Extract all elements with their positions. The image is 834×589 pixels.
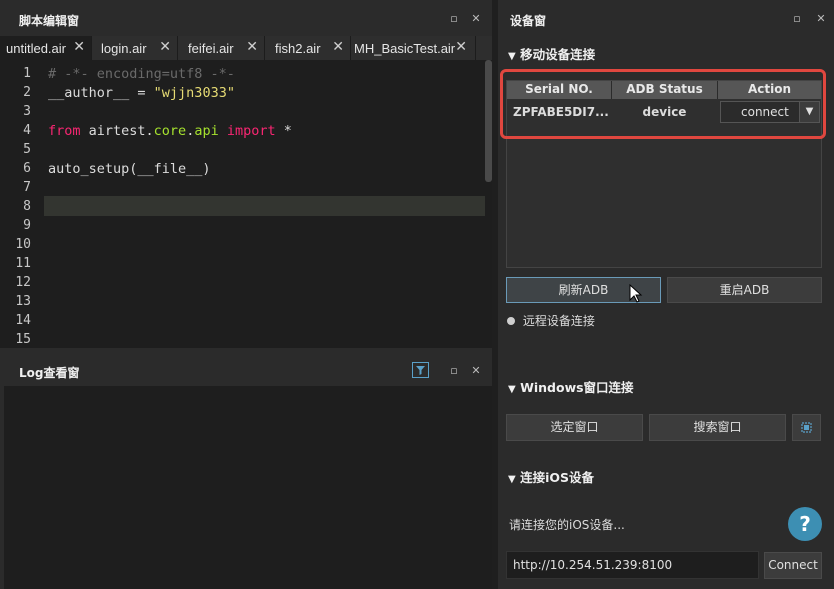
tab-label: login.air xyxy=(101,41,147,56)
close-icon[interactable]: ✕ xyxy=(469,12,483,26)
editor-panel-title: 脚本编辑窗 xyxy=(19,14,80,28)
section-label: 连接iOS设备 xyxy=(520,470,594,485)
tab-close-icon[interactable]: ✕ xyxy=(159,39,171,55)
ios-section-header[interactable]: ▼ 连接iOS设备 xyxy=(508,467,594,486)
code-line-3: from airtest.core.api import * xyxy=(48,123,292,139)
close-icon[interactable]: ✕ xyxy=(814,12,828,26)
line-number: 4 xyxy=(23,123,31,138)
code-token: __author__ = xyxy=(48,85,154,101)
tab-login[interactable]: login.air ✕ xyxy=(92,36,178,60)
line-number: 6 xyxy=(23,161,31,176)
filter-icon[interactable] xyxy=(412,362,429,378)
tab-mh-basictest[interactable]: MH_BasicTest.air ✕ xyxy=(351,36,476,60)
line-number: 10 xyxy=(15,237,31,252)
code-token: core xyxy=(153,123,187,139)
tab-close-icon[interactable]: ✕ xyxy=(246,39,258,55)
connect-button[interactable]: Connect xyxy=(764,552,822,579)
float-icon[interactable]: ▫ xyxy=(447,12,461,26)
tab-feifei[interactable]: feifei.air ✕ xyxy=(178,36,265,60)
line-number: 15 xyxy=(15,332,31,347)
tab-close-icon[interactable]: ✕ xyxy=(455,39,467,55)
log-output[interactable] xyxy=(4,386,492,589)
log-panel: Log查看窗 ▫ ✕ xyxy=(0,352,492,589)
mobile-section-header[interactable]: ▼ 移动设备连接 xyxy=(508,44,595,63)
code-keyword: import xyxy=(218,123,276,139)
tab-close-icon[interactable]: ✕ xyxy=(332,39,344,55)
code-token: * xyxy=(275,123,292,139)
highlight-box xyxy=(500,69,826,139)
section-label: 移动设备连接 xyxy=(520,47,596,62)
vertical-scrollbar[interactable] xyxy=(485,60,492,182)
collapse-triangle-icon: ▼ xyxy=(508,474,516,485)
help-icon: ? xyxy=(799,512,811,536)
code-token: api xyxy=(194,123,219,139)
float-icon[interactable]: ▫ xyxy=(790,12,804,26)
code-keyword: from xyxy=(48,123,81,139)
section-label: Windows窗口连接 xyxy=(520,380,634,395)
ios-url-input[interactable]: http://10.254.51.239:8100 xyxy=(506,551,759,579)
log-panel-title: Log查看窗 xyxy=(19,366,80,380)
float-icon[interactable]: ▫ xyxy=(447,364,461,378)
line-number: 13 xyxy=(15,294,31,309)
help-button[interactable]: ? xyxy=(788,507,822,541)
line-number: 2 xyxy=(23,85,31,100)
line-number: 7 xyxy=(23,180,31,195)
tab-untitled[interactable]: untitled.air ✕ xyxy=(0,36,92,60)
tab-label: feifei.air xyxy=(188,41,234,56)
remote-connect-label: 远程设备连接 xyxy=(522,314,595,328)
line-number: 11 xyxy=(15,256,31,271)
restart-adb-button[interactable]: 重启ADB xyxy=(667,277,822,303)
collapse-triangle-icon: ▼ xyxy=(508,51,516,62)
close-icon[interactable]: ✕ xyxy=(469,364,483,378)
mouse-cursor-icon xyxy=(629,283,643,304)
code-line-6: auto_setup(__file__) xyxy=(48,161,211,177)
ios-prompt: 请连接您的iOS设备... xyxy=(509,518,625,532)
tab-close-icon[interactable]: ✕ xyxy=(73,39,85,55)
tab-label: fish2.air xyxy=(275,41,321,56)
line-number: 14 xyxy=(15,313,31,328)
line-number: 1 xyxy=(23,66,31,81)
tab-label: untitled.air xyxy=(6,41,66,56)
code-line-1: # -*- encoding=utf8 -*- xyxy=(48,66,235,82)
tab-fish2[interactable]: fish2.air ✕ xyxy=(265,36,351,60)
code-token: airtest. xyxy=(80,123,154,139)
tab-label: MH_BasicTest.air xyxy=(354,41,456,56)
current-line-highlight xyxy=(44,196,485,216)
code-editor[interactable]: 1 2 3 4 5 6 7 8 9 10 11 12 13 14 15 # -*… xyxy=(0,60,492,348)
search-window-button[interactable]: 搜索窗口 xyxy=(649,414,786,441)
collapse-triangle-icon: ▼ xyxy=(508,384,516,395)
line-number: 9 xyxy=(23,218,31,233)
select-window-button[interactable]: 选定窗口 xyxy=(506,414,643,441)
ios-url-value: http://10.254.51.239:8100 xyxy=(513,558,673,572)
line-number: 8 xyxy=(23,199,31,214)
device-panel: 设备窗 ▫ ✕ ▼ 移动设备连接 Serial NO. ADB Status A… xyxy=(498,0,834,589)
device-panel-title: 设备窗 xyxy=(510,14,547,28)
remote-connect-toggle[interactable]: 远程设备连接 xyxy=(507,312,595,329)
line-number: 3 xyxy=(23,104,31,119)
editor-panel: 脚本编辑窗 ▫ ✕ untitled.air ✕ login.air ✕ fei… xyxy=(0,0,492,348)
code-line-2: __author__ = "wjjn3033" xyxy=(48,85,235,101)
code-string: "wjjn3033" xyxy=(153,85,235,101)
line-number: 5 xyxy=(23,142,31,157)
screen-capture-icon[interactable] xyxy=(792,414,821,441)
line-number: 12 xyxy=(15,275,31,290)
windows-section-header[interactable]: ▼ Windows窗口连接 xyxy=(508,377,634,396)
bullet-icon xyxy=(507,317,515,325)
